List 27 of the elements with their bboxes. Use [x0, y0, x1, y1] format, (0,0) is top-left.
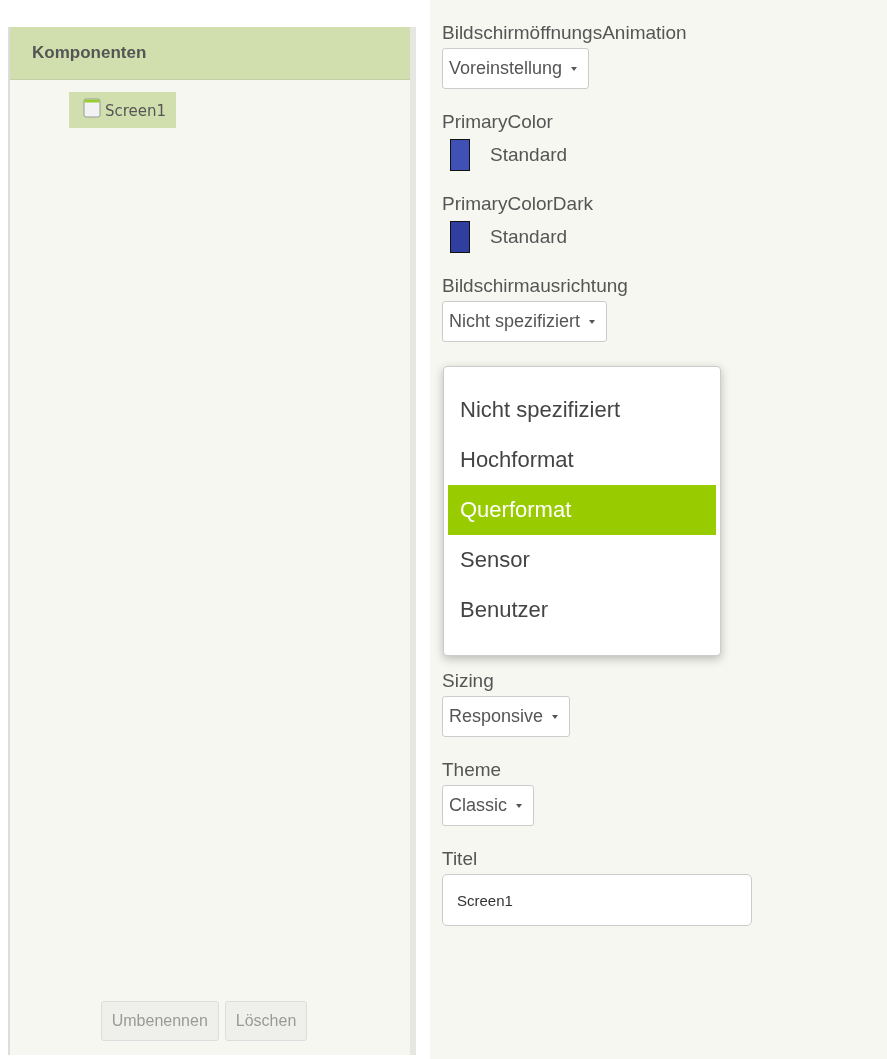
color-value[interactable]: Standard: [490, 226, 568, 248]
caret-icon: [570, 65, 579, 72]
menu-item[interactable]: Hochformat: [448, 435, 720, 485]
property-label: Bildschirmausrichtung: [442, 275, 628, 297]
caret-icon: [588, 318, 597, 325]
screen-icon: [83, 98, 101, 118]
property-label: PrimaryColor: [442, 111, 553, 133]
dropdown-button[interactable]: Voreinstellung: [442, 48, 590, 89]
menu-item[interactable]: Nicht spezifiziert: [448, 385, 720, 435]
title-input-field[interactable]: Screen1: [442, 874, 752, 926]
color-swatch[interactable]: [450, 221, 470, 253]
caret-icon: [551, 713, 560, 720]
property-label: Sizing: [442, 670, 494, 692]
panel-title: Komponenten: [32, 43, 147, 63]
property-label: PrimaryColorDark: [442, 193, 593, 215]
tree-item[interactable]: Screen1: [69, 92, 177, 128]
property-label: Theme: [442, 759, 502, 781]
menu-item[interactable]: Sensor: [448, 535, 720, 585]
caret-icon: [515, 802, 523, 809]
color-swatch[interactable]: [450, 139, 470, 171]
dropdown-button[interactable]: Nicht spezifiziert: [442, 301, 608, 342]
property-label: BildschirmöffnungsAnimation: [442, 22, 687, 44]
dropdown-button[interactable]: Classic: [442, 785, 534, 826]
color-value[interactable]: Standard: [490, 144, 568, 166]
menu-item[interactable]: Benutzer: [448, 585, 720, 635]
dropdown-button[interactable]: Responsive: [442, 696, 571, 737]
property-label: Titel: [442, 848, 478, 870]
